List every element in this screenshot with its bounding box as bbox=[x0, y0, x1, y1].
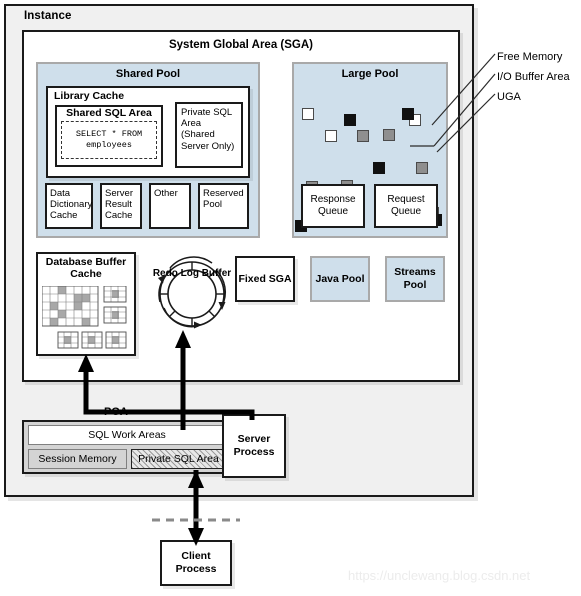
instance-label: Instance bbox=[24, 10, 72, 22]
client-process-box: Client Process bbox=[160, 540, 232, 586]
fixed-sga-box: Fixed SGA bbox=[235, 256, 295, 302]
pga-private-sql-area-box: Private SQL Area bbox=[131, 449, 226, 469]
legend-label-io-buffer-area: I/O Buffer Area bbox=[497, 71, 570, 83]
redo-log-buffer-ring bbox=[158, 256, 226, 329]
legend-label-uga: UGA bbox=[497, 91, 521, 103]
shared-pool-title: Shared Pool bbox=[115, 68, 181, 80]
sql-work-areas-box: SQL Work Areas bbox=[28, 425, 226, 445]
response-queue-box: Response Queue bbox=[301, 184, 365, 228]
memory-square-free bbox=[325, 130, 337, 142]
server-process-label: Server Process bbox=[233, 433, 275, 458]
request-queue-box: Request Queue bbox=[374, 184, 438, 228]
database-buffer-cache-title: Database Buffer Cache bbox=[45, 256, 127, 281]
memory-square-uga bbox=[373, 162, 385, 174]
memory-square-uga bbox=[402, 108, 414, 120]
redo-log-buffer-label: Redo Log Buffer bbox=[152, 268, 232, 279]
memory-square-io-buffer bbox=[357, 130, 369, 142]
large-pool-memory-map bbox=[292, 62, 448, 232]
watermark: https://unclewang.blog.csdn.net bbox=[348, 568, 531, 583]
buffer-cache-grid bbox=[42, 286, 127, 349]
streams-pool-label: Streams Pool bbox=[394, 266, 436, 291]
reserved-pool-box: Reserved Pool bbox=[198, 183, 249, 229]
legend-label-free-memory: Free Memory bbox=[497, 51, 563, 63]
data-dictionary-cache-box: Data Dictionary Cache bbox=[45, 183, 93, 229]
sql-statement-line-1: SELECT * FROM bbox=[75, 128, 143, 139]
server-process-box: Server Process bbox=[222, 414, 286, 478]
memory-square-io-buffer bbox=[383, 129, 395, 141]
other-box: Other bbox=[149, 183, 191, 229]
sql-statement-box: SELECT * FROM employees bbox=[61, 121, 157, 159]
client-process-label: Client Process bbox=[175, 550, 217, 575]
memory-square-free bbox=[302, 108, 314, 120]
private-sql-area-box: Private SQL Area (Shared Server Only) bbox=[175, 102, 243, 168]
sql-statement-line-2: employees bbox=[86, 140, 132, 150]
sga-title: System Global Area (SGA) bbox=[168, 39, 313, 51]
shared-sql-area-title: Shared SQL Area bbox=[66, 107, 152, 119]
streams-pool-box: Streams Pool bbox=[385, 256, 445, 302]
memory-square-io-buffer bbox=[416, 162, 428, 174]
java-pool-label: Java Pool bbox=[315, 272, 365, 285]
java-pool-box: Java Pool bbox=[310, 256, 370, 302]
session-memory-box: Session Memory bbox=[28, 449, 127, 469]
library-cache-title: Library Cache bbox=[54, 90, 125, 102]
memory-square-uga bbox=[344, 114, 356, 126]
pga-label: PGA bbox=[104, 406, 128, 418]
server-result-cache-box: Server Result Cache bbox=[100, 183, 142, 229]
fixed-sga-label: Fixed SGA bbox=[238, 272, 292, 285]
